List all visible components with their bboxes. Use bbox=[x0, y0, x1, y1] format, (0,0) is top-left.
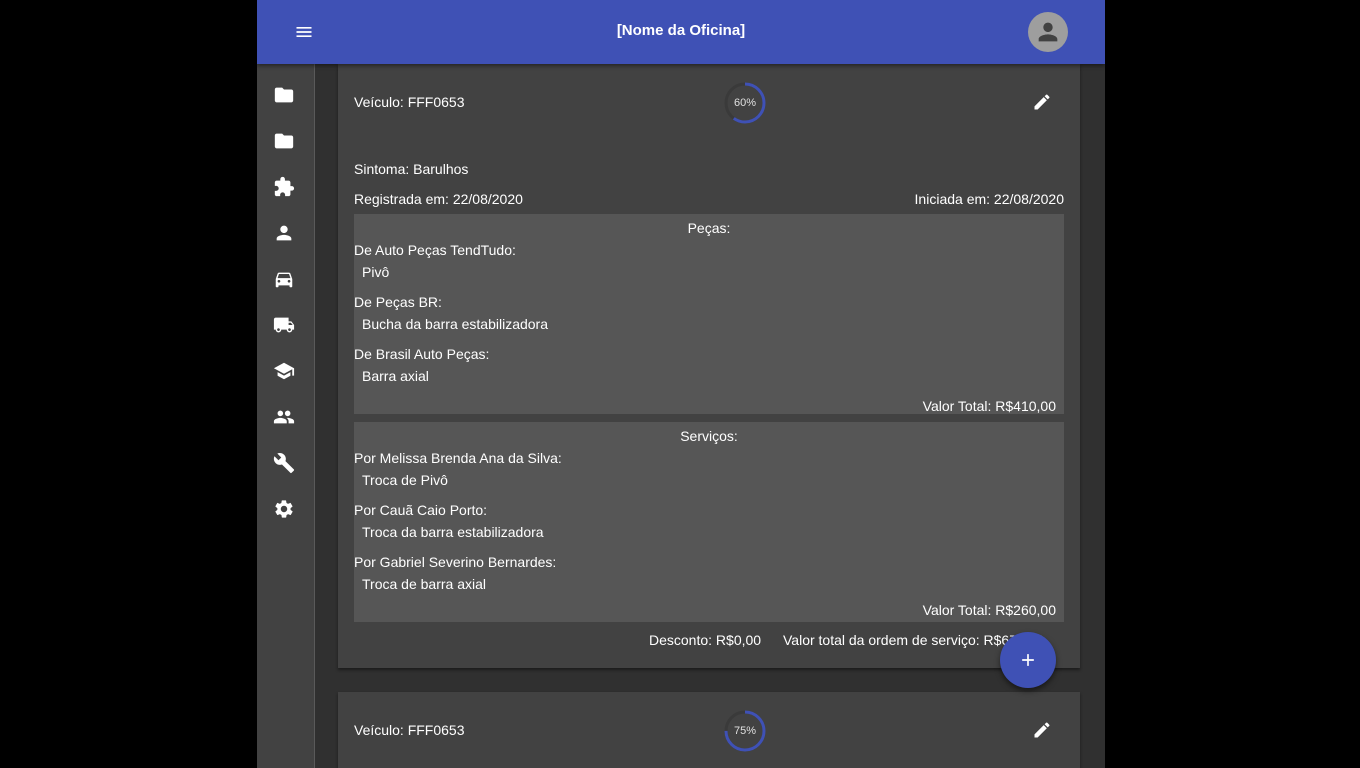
nav-item-vehicles[interactable] bbox=[271, 266, 297, 292]
parts-item: Bucha da barra estabilizadora bbox=[362, 316, 549, 332]
nav-item-suppliers[interactable] bbox=[271, 312, 297, 338]
side-navigation bbox=[257, 64, 315, 768]
parts-total: Valor Total: R$410,00 bbox=[922, 398, 1056, 414]
progress-label: 75% bbox=[733, 725, 757, 737]
progress-spinner: 75% bbox=[723, 709, 767, 753]
parts-item: Pivô bbox=[362, 264, 390, 280]
service-provider: Por Melissa Brenda Ana da Silva: bbox=[354, 450, 562, 466]
nav-item-training[interactable] bbox=[271, 358, 297, 384]
person-icon bbox=[276, 225, 292, 241]
add-order-button[interactable] bbox=[1000, 632, 1056, 688]
service-item: Troca de Pivô bbox=[362, 472, 448, 488]
service-order-details: Sintoma: Barulhos Registrada em: 22/08/2… bbox=[338, 145, 1080, 668]
app-window: [Nome da Oficina] Veículo: FFF0653 60% S… bbox=[257, 0, 1105, 768]
folder-icon bbox=[274, 87, 294, 103]
discount-text: Desconto: R$0,00 bbox=[649, 632, 762, 648]
school-icon bbox=[273, 362, 295, 380]
nav-item-employees[interactable] bbox=[271, 404, 297, 430]
service-orders-list: Veículo: FFF0653 60% Sintoma: Barulhos R… bbox=[315, 64, 1105, 768]
service-provider: Por Gabriel Severino Bernardes: bbox=[354, 554, 557, 570]
parts-item: Barra axial bbox=[362, 368, 429, 384]
pencil-icon bbox=[1034, 94, 1050, 110]
service-order-header[interactable]: Veículo: FFF0653 60% bbox=[338, 64, 1080, 140]
service-item: Troca da barra estabilizadora bbox=[362, 524, 544, 540]
nav-item-settings[interactable] bbox=[271, 496, 297, 522]
nav-item-person[interactable] bbox=[271, 220, 297, 246]
pencil-icon bbox=[1034, 722, 1050, 738]
parts-panel: Peças: De Auto Peças TendTudo: Pivô De P… bbox=[354, 214, 1064, 414]
truck-icon bbox=[273, 317, 295, 333]
top-app-bar: [Nome da Oficina] bbox=[257, 0, 1105, 64]
service-order-card: Veículo: FFF0653 75% bbox=[338, 692, 1080, 768]
parts-supplier: De Peças BR: bbox=[354, 294, 442, 310]
parts-supplier: De Brasil Auto Peças: bbox=[354, 346, 490, 362]
nav-item-folder-2[interactable] bbox=[271, 128, 297, 154]
progress-label: 60% bbox=[733, 97, 757, 109]
service-order-header[interactable]: Veículo: FFF0653 75% bbox=[338, 692, 1080, 768]
edit-button[interactable] bbox=[1028, 716, 1056, 744]
registered-date: Registrada em: 22/08/2020 bbox=[354, 191, 523, 207]
puzzle-icon bbox=[274, 176, 295, 197]
account-icon bbox=[1038, 22, 1058, 42]
app-title: [Nome da Oficina] bbox=[616, 22, 746, 39]
nav-item-extensions[interactable] bbox=[271, 174, 297, 200]
symptom-text: Sintoma: Barulhos bbox=[354, 161, 469, 177]
nav-item-services[interactable] bbox=[271, 450, 297, 476]
service-item: Troca de barra axial bbox=[362, 576, 486, 592]
wrench-icon bbox=[273, 453, 295, 474]
services-panel: Serviços: Por Melissa Brenda Ana da Silv… bbox=[354, 422, 1064, 622]
services-title: Serviços: bbox=[680, 428, 738, 444]
parts-title: Peças: bbox=[687, 220, 731, 236]
services-total: Valor Total: R$260,00 bbox=[922, 602, 1056, 618]
progress-spinner: 60% bbox=[723, 81, 767, 125]
service-order-card: Veículo: FFF0653 60% Sintoma: Barulhos R… bbox=[338, 64, 1080, 668]
vehicle-label: Veículo: FFF0653 bbox=[354, 94, 465, 110]
settings-icon bbox=[275, 500, 293, 518]
people-icon bbox=[273, 410, 295, 424]
vehicle-label: Veículo: FFF0653 bbox=[354, 722, 465, 738]
add-icon bbox=[1022, 654, 1034, 666]
started-date: Iniciada em: 22/08/2020 bbox=[914, 191, 1064, 207]
edit-button[interactable] bbox=[1028, 88, 1056, 116]
user-avatar-button[interactable] bbox=[1028, 12, 1068, 52]
nav-item-folder-1[interactable] bbox=[271, 82, 297, 108]
folder-icon bbox=[274, 133, 294, 149]
car-icon bbox=[275, 272, 293, 288]
service-provider: Por Cauã Caio Porto: bbox=[354, 502, 488, 518]
parts-supplier: De Auto Peças TendTudo: bbox=[354, 242, 516, 258]
